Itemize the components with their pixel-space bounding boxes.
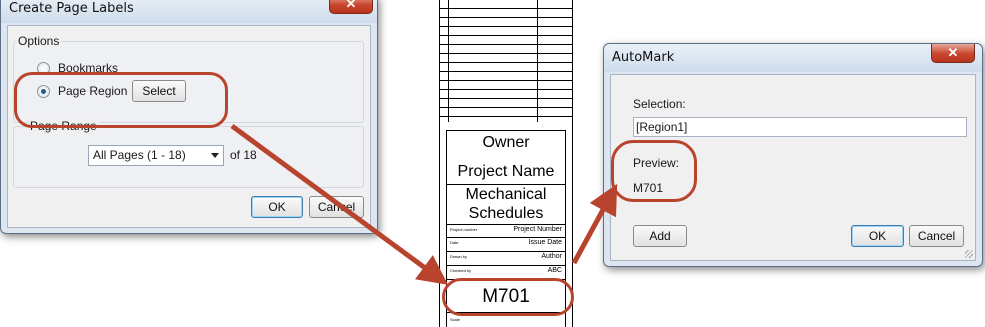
selection-label: Selection: xyxy=(633,97,686,111)
page-region-highlight xyxy=(14,72,228,128)
options-group-label: Options xyxy=(16,34,62,48)
date-caption: Date xyxy=(450,240,459,245)
page-range-suffix: of 18 xyxy=(230,148,257,162)
sheet-title-line1: Mechanical xyxy=(465,186,547,203)
project-number-caption: Project number xyxy=(450,227,478,232)
sheet-title-line2: Schedules xyxy=(468,205,544,222)
project-number-value: Project Number xyxy=(513,226,562,233)
cancel-button[interactable]: Cancel xyxy=(309,196,364,218)
sheet-number-highlight xyxy=(442,278,574,316)
chevron-down-icon[interactable] xyxy=(211,153,219,158)
checked-by-caption: Checked by xyxy=(450,268,472,273)
owner-text: Owner xyxy=(482,134,530,151)
dialog-title: AutoMark xyxy=(612,50,675,65)
page-range-dropdown[interactable]: All Pages (1 - 18) xyxy=(88,145,224,166)
drawn-by-value: Author xyxy=(541,253,562,260)
date-value: Issue Date xyxy=(528,239,562,246)
close-button[interactable]: ✕ xyxy=(931,44,975,63)
resize-grip-icon[interactable] xyxy=(965,250,973,258)
dialog-title: Create Page Labels xyxy=(9,1,134,16)
scale-caption: Scale xyxy=(450,317,461,322)
page-range-value: All Pages (1 - 18) xyxy=(93,148,186,162)
close-icon: ✕ xyxy=(947,45,959,60)
checked-by-value: ABC xyxy=(547,267,562,274)
selection-field[interactable]: [Region1] xyxy=(633,117,967,137)
cancel-button[interactable]: Cancel xyxy=(909,225,964,247)
preview-highlight xyxy=(611,140,697,202)
drawn-by-caption: Drawn by xyxy=(450,254,467,259)
project-name-text: Project Name xyxy=(457,163,555,180)
add-button[interactable]: Add xyxy=(633,225,687,247)
close-button[interactable]: ✕ xyxy=(329,0,373,14)
schedule-grid xyxy=(440,0,572,122)
ok-button[interactable]: OK xyxy=(851,225,904,247)
ok-button[interactable]: OK xyxy=(251,196,303,218)
close-icon: ✕ xyxy=(345,0,357,11)
